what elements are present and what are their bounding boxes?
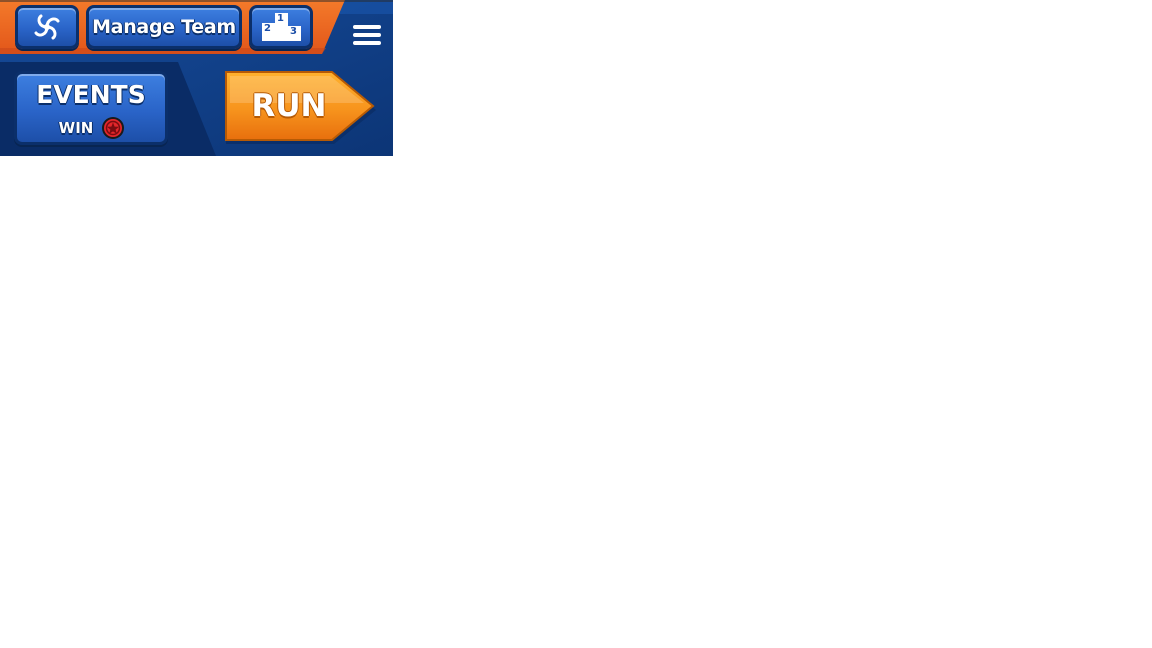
podium-second-label: 2 bbox=[264, 23, 271, 34]
game-hud: Manage Team 2 1 3 EVENTS WIN RUN bbox=[0, 0, 393, 156]
podium-first-label: 1 bbox=[277, 13, 284, 24]
leaderboard-button[interactable]: 2 1 3 bbox=[249, 5, 313, 49]
manage-team-button[interactable]: Manage Team bbox=[86, 5, 242, 49]
manage-team-label: Manage Team bbox=[92, 16, 236, 38]
events-win-label: WIN bbox=[58, 119, 94, 137]
hamburger-menu-icon bbox=[353, 25, 381, 45]
events-title: EVENTS bbox=[36, 80, 146, 109]
podium-third-label: 3 bbox=[290, 26, 297, 37]
menu-button[interactable] bbox=[348, 18, 386, 52]
events-button[interactable]: EVENTS WIN bbox=[14, 71, 168, 145]
events-subtitle-row: WIN bbox=[17, 116, 167, 140]
spin-button[interactable] bbox=[15, 5, 79, 49]
swirl-icon bbox=[34, 14, 60, 40]
red-star-token-icon bbox=[102, 117, 125, 139]
run-label: RUN bbox=[251, 88, 327, 124]
